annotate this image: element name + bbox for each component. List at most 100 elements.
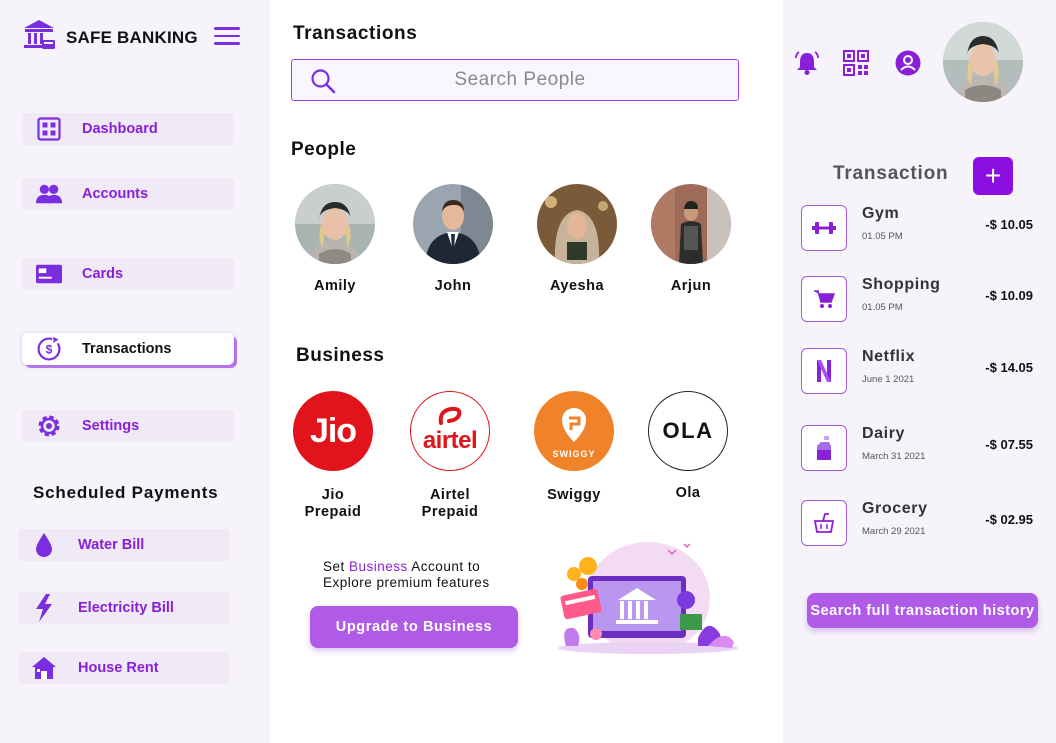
sidebar-item-label: Transactions: [82, 341, 172, 357]
transaction-amount: -$ 10.05: [985, 217, 1033, 232]
scheduled-item-label: Electricity Bill: [78, 600, 174, 616]
brand[interactable]: SAFE BANKING: [22, 18, 198, 57]
qr-code-icon[interactable]: [842, 49, 870, 77]
sidebar-item-label: Cards: [82, 266, 124, 282]
lightning-icon: [30, 594, 58, 622]
scheduled-item-label: House Rent: [78, 660, 159, 676]
person-name: Amily: [314, 278, 356, 294]
avatar: [537, 184, 617, 264]
person-name: Ayesha: [549, 278, 605, 294]
svg-text:$: $: [46, 342, 53, 356]
sidebar-item-dashboard[interactable]: Dashboard: [22, 113, 234, 145]
transaction-amount: -$ 02.95: [985, 512, 1033, 527]
transaction-name: Grocery: [862, 500, 928, 517]
transaction-time: 01.05 PM: [862, 231, 903, 242]
transaction-amount: -$ 07.55: [985, 437, 1033, 452]
transaction-item-dairy[interactable]: Dairy March 31 2021 -$ 07.55: [801, 425, 1037, 471]
person-arjun[interactable]: Arjun: [641, 184, 741, 294]
swiggy-logo: SWIGGY: [534, 391, 614, 471]
scheduled-item-electricity-bill[interactable]: Electricity Bill: [18, 592, 230, 624]
bell-icon[interactable]: [793, 49, 821, 77]
gear-icon: [36, 413, 62, 439]
scheduled-item-water-bill[interactable]: Water Bill: [18, 529, 230, 561]
milk-icon: [801, 425, 847, 471]
avatar: [651, 184, 731, 264]
business-name: Airtel Prepaid: [421, 487, 479, 520]
person-name: Arjun: [670, 278, 712, 294]
sidebar-item-accounts[interactable]: Accounts: [22, 178, 234, 210]
avatar: [413, 184, 493, 264]
add-transaction-button[interactable]: +: [973, 157, 1013, 195]
house-icon: [30, 654, 58, 682]
transaction-time: March 29 2021: [862, 526, 926, 537]
upgrade-to-business-button[interactable]: Upgrade to Business: [310, 606, 518, 648]
transaction-item-gym[interactable]: Gym 01.05 PM -$ 10.05: [801, 205, 1037, 251]
promo-suffix: Account to: [407, 559, 481, 574]
sidebar-item-cards[interactable]: Cards: [22, 258, 234, 290]
search-icon[interactable]: [310, 68, 336, 99]
sidebar-item-transactions[interactable]: $ Transactions: [22, 333, 234, 365]
people-title: People: [291, 139, 357, 160]
plus-icon: +: [984, 160, 1002, 191]
dollar-cycle-icon: $: [36, 336, 62, 362]
transaction-name: Shopping: [862, 276, 941, 293]
business-jio[interactable]: Jio Jio Prepaid: [278, 391, 388, 521]
business-ola[interactable]: OLA Ola: [633, 391, 743, 502]
transaction-item-grocery[interactable]: Grocery March 29 2021 -$ 02.95: [801, 500, 1037, 546]
transaction-item-netflix[interactable]: Netflix June 1 2021 -$ 14.05: [801, 348, 1037, 394]
banking-illustration: [548, 538, 738, 656]
page-title: Transactions: [293, 23, 418, 44]
business-name: Swiggy: [547, 487, 601, 503]
search-history-button[interactable]: Search full transaction history: [807, 593, 1038, 628]
person-ayesha[interactable]: Ayesha: [527, 184, 627, 294]
profile-avatar[interactable]: [943, 22, 1023, 102]
person-name: John: [434, 278, 472, 294]
promo-prefix: Set: [323, 559, 350, 574]
transaction-item-shopping[interactable]: Shopping 01.05 PM -$ 10.09: [801, 276, 1037, 322]
transaction-panel-title: Transaction: [833, 163, 949, 184]
transaction-time: 01.05 PM: [862, 302, 903, 313]
sidebar: SAFE BANKING Dashboard Accounts Cards $ …: [0, 0, 270, 743]
airtel-logo: airtel: [410, 391, 490, 471]
hamburger-menu-button[interactable]: [214, 27, 240, 47]
sidebar-item-label: Dashboard: [82, 121, 158, 137]
netflix-icon: [801, 348, 847, 394]
dumbbell-icon: [801, 205, 847, 251]
business-name: Ola: [675, 485, 701, 501]
bank-icon: [22, 18, 56, 57]
search-input[interactable]: [292, 69, 738, 91]
jio-logo: Jio: [293, 391, 373, 471]
user-circle-icon[interactable]: [894, 49, 922, 77]
users-icon: [36, 181, 62, 207]
promo-line2: Explore premium features: [323, 575, 490, 590]
person-amily[interactable]: Amily: [285, 184, 385, 294]
promo-text: Set Business Account to Explore premium …: [323, 559, 490, 591]
promo-highlight: Business: [349, 559, 408, 574]
business-name: Jio Prepaid: [304, 487, 362, 520]
transaction-amount: -$ 14.05: [985, 360, 1033, 375]
person-john[interactable]: John: [403, 184, 503, 294]
scheduled-item-house-rent[interactable]: House Rent: [18, 652, 230, 684]
transaction-amount: -$ 10.09: [985, 288, 1033, 303]
grocery-icon: [801, 500, 847, 546]
transaction-name: Gym: [862, 205, 900, 222]
transaction-time: March 31 2021: [862, 451, 926, 462]
transaction-time: June 1 2021: [862, 374, 915, 385]
dashboard-grid-icon: [36, 116, 62, 142]
business-airtel[interactable]: airtel Airtel Prepaid: [395, 391, 505, 521]
scheduled-item-label: Water Bill: [78, 537, 145, 553]
sidebar-item-label: Accounts: [82, 186, 149, 202]
sidebar-item-settings[interactable]: Settings: [22, 410, 234, 442]
business-title: Business: [296, 345, 385, 366]
transaction-name: Dairy: [862, 425, 906, 442]
business-swiggy[interactable]: SWIGGY Swiggy: [519, 391, 629, 504]
card-icon: [36, 261, 62, 287]
transaction-name: Netflix: [862, 348, 916, 365]
cart-icon: [801, 276, 847, 322]
ola-logo: OLA: [648, 391, 728, 471]
brand-name: SAFE BANKING: [66, 27, 198, 47]
avatar: [295, 184, 375, 264]
search-bar[interactable]: [291, 59, 739, 101]
sidebar-item-label: Settings: [82, 418, 140, 434]
water-drop-icon: [30, 531, 58, 559]
